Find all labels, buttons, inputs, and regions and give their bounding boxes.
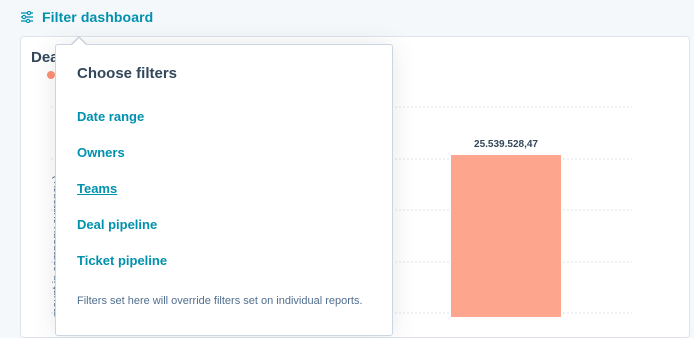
filter-dashboard-label: Filter dashboard: [42, 9, 154, 25]
filter-dashboard-button[interactable]: Filter dashboard: [20, 8, 153, 26]
filter-option-teams[interactable]: Teams: [77, 181, 167, 217]
choose-filters-popover: Choose filters Date range Owners Teams D…: [55, 44, 393, 336]
sliders-icon: [20, 10, 34, 24]
chart-bar: [451, 155, 561, 317]
filter-option-owners[interactable]: Owners: [77, 145, 167, 181]
filter-options-list: Date range Owners Teams Deal pipeline Ti…: [77, 109, 167, 289]
filter-option-date-range[interactable]: Date range: [77, 109, 167, 145]
filter-option-ticket-pipeline[interactable]: Ticket pipeline: [77, 253, 167, 289]
popover-caret-inner: [71, 38, 87, 46]
popover-title: Choose filters: [77, 65, 178, 82]
popover-note: Filters set here will override filters s…: [77, 295, 363, 307]
bar-value-label: 25.539.528,47: [474, 139, 538, 150]
filter-option-deal-pipeline[interactable]: Deal pipeline: [77, 217, 167, 253]
